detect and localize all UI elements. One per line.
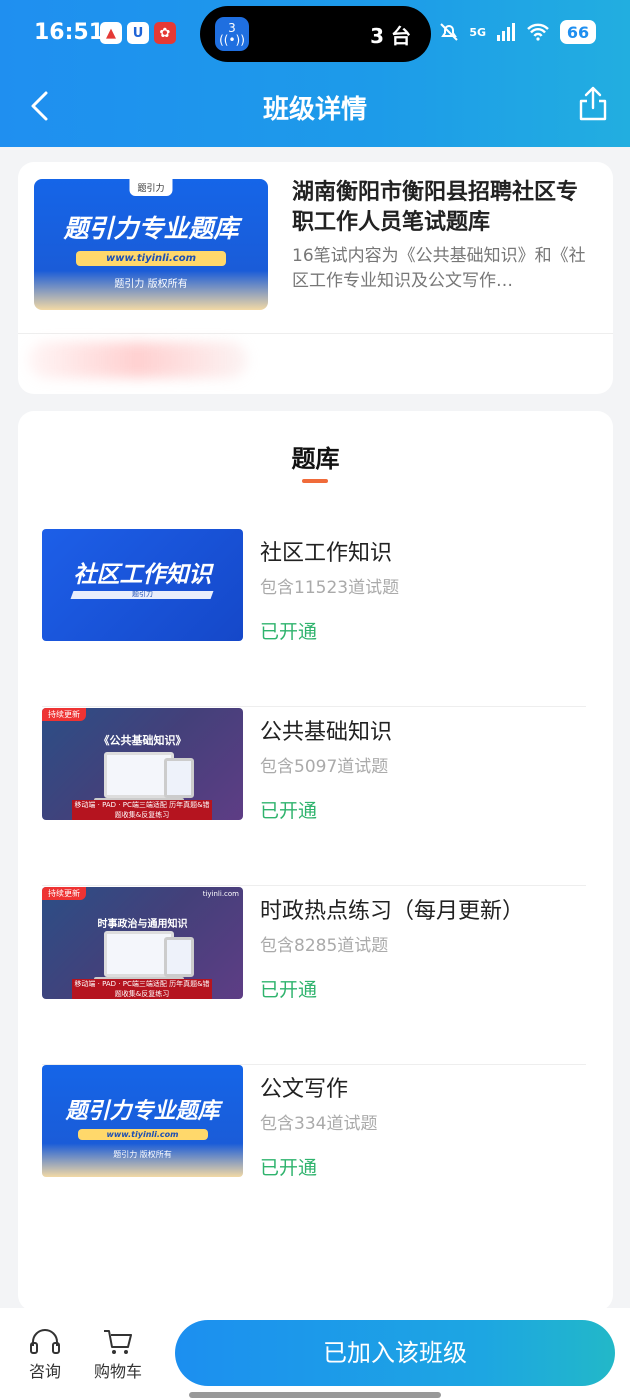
bank-item-count: 包含11523道试题	[260, 578, 400, 598]
nav-bar: 班级详情	[0, 66, 630, 147]
network-type: 5G	[469, 25, 486, 39]
cover-url: www.tiyinli.com	[76, 251, 226, 266]
blurred-redaction	[28, 342, 248, 378]
consult-label: 咨询	[28, 1362, 61, 1381]
bank-item-status: 已开通	[260, 1157, 318, 1179]
bank-item-thumbnail: 社区工作知识 题引力	[42, 529, 243, 641]
bank-item-name: 公文写作	[260, 1077, 349, 1102]
section-title: 题库	[291, 445, 340, 473]
notification-app-icons: ▲ U ✿	[100, 22, 176, 44]
share-icon[interactable]	[578, 86, 608, 122]
thumb-tag: 持续更新	[42, 708, 86, 721]
cover-logo: 题引力	[129, 179, 173, 196]
page-title: 班级详情	[262, 95, 367, 125]
bank-item-count: 包含334道试题	[260, 1114, 378, 1134]
bank-item-count: 包含5097道试题	[260, 757, 389, 777]
bank-item-thumbnail: 持续更新 《公共基础知识》 移动端 · PAD · PC端三端适配 历年真题&错…	[42, 708, 243, 820]
thumb-subtitle: 题引力	[132, 590, 153, 598]
status-bar: 16:51 ▲ U ✿ 3 ((•)) 3 台 5G 66	[0, 0, 630, 66]
bank-item-thumbnail: 题引力专业题库 www.tiyinli.com 题引力 版权所有	[42, 1065, 243, 1177]
wifi-icon	[527, 23, 549, 41]
thumb-title: 《公共基础知识》	[98, 734, 187, 747]
question-bank-section: 题库 社区工作知识 题引力 社区工作知识 包含11523道试题 已开通 持续更新…	[18, 411, 613, 1311]
app-notification-icon: ✿	[154, 22, 176, 44]
cart-label: 购物车	[93, 1362, 142, 1381]
bank-item-name: 社区工作知识	[260, 541, 393, 566]
header: 16:51 ▲ U ✿ 3 ((•)) 3 台 5G 66 班级详情	[0, 0, 630, 147]
thumb-title: 社区工作知识	[73, 562, 212, 588]
bank-item-thumbnail: 持续更新 tiyinli.com 时事政治与通用知识 移动端 · PAD · P…	[42, 887, 243, 999]
divider	[18, 333, 613, 334]
class-description: 16笔试内容为《公共基础知识》和《社区工作专业知识及公文写作…	[292, 246, 586, 291]
divider	[42, 706, 586, 707]
thumb-title: 时事政治与通用知识	[97, 919, 188, 930]
thumb-title: 题引力专业题库	[65, 1099, 220, 1124]
headset-icon	[30, 1329, 60, 1354]
signal-icon	[497, 23, 515, 41]
thumb-copyright: 题引力 版权所有	[113, 1150, 172, 1159]
thumb-band: 移动端 · PAD · PC端三端适配 历年真题&错题收集&反复练习	[72, 979, 212, 999]
island-text: 3 台	[370, 24, 411, 48]
joined-class-button[interactable]: 已加入该班级	[175, 1320, 615, 1386]
thumb-band: 移动端 · PAD · PC端三端适配 历年真题&错题收集&反复练习	[72, 800, 212, 820]
tablet-illustration	[164, 937, 194, 977]
home-indicator[interactable]	[189, 1392, 441, 1398]
bank-item-status: 已开通	[260, 621, 318, 643]
app-notification-icon: ▲	[100, 22, 122, 44]
class-title: 湖南衡阳市衡阳县招聘社区专职工作人员笔试题库	[292, 180, 579, 235]
thumb-site: tiyinli.com	[202, 890, 239, 898]
bank-item-public-basics[interactable]: 持续更新 《公共基础知识》 移动端 · PAD · PC端三端适配 历年真题&错…	[42, 708, 586, 886]
section-title-underline	[302, 479, 328, 483]
cover-copyright: 题引力 版权所有	[114, 279, 188, 290]
bank-item-document-writing[interactable]: 题引力专业题库 www.tiyinli.com 题引力 版权所有 公文写作 包含…	[42, 1065, 586, 1243]
bank-item-status: 已开通	[260, 800, 318, 822]
system-icons: 5G 66	[439, 20, 596, 44]
cover-title: 题引力专业题库	[63, 214, 239, 243]
bank-item-status: 已开通	[260, 979, 318, 1001]
cart-button[interactable]: 购物车	[88, 1328, 148, 1382]
bank-item-name: 公共基础知识	[260, 720, 393, 745]
bottom-action-bar: 咨询 购物车 已加入该班级	[0, 1308, 630, 1400]
shopping-cart-icon	[104, 1330, 132, 1354]
bank-item-count: 包含8285道试题	[260, 936, 389, 956]
tablet-illustration	[164, 758, 194, 798]
status-time: 16:51	[34, 20, 105, 45]
class-info-card: 题引力 题引力专业题库 www.tiyinli.com 题引力 版权所有 湖南衡…	[18, 162, 613, 394]
class-cover-image: 题引力 题引力专业题库 www.tiyinli.com 题引力 版权所有	[34, 179, 268, 310]
bank-item-community-work[interactable]: 社区工作知识 题引力 社区工作知识 包含11523道试题 已开通	[42, 529, 586, 707]
bank-item-current-affairs[interactable]: 持续更新 tiyinli.com 时事政治与通用知识 移动端 · PAD · P…	[42, 887, 586, 1065]
thumb-tag: 持续更新	[42, 887, 86, 900]
mute-bell-icon	[440, 23, 459, 41]
thumb-url: www.tiyinli.com	[77, 1129, 208, 1140]
bank-item-name: 时政热点练习（每月更新）	[260, 899, 525, 924]
divider	[42, 885, 586, 886]
broadcast-icon: 3 ((•))	[215, 17, 249, 51]
battery-indicator: 66	[560, 20, 596, 44]
dynamic-island[interactable]: 3 ((•)) 3 台	[200, 6, 431, 62]
app-notification-icon: U	[127, 22, 149, 44]
consult-button[interactable]: 咨询	[15, 1328, 75, 1382]
